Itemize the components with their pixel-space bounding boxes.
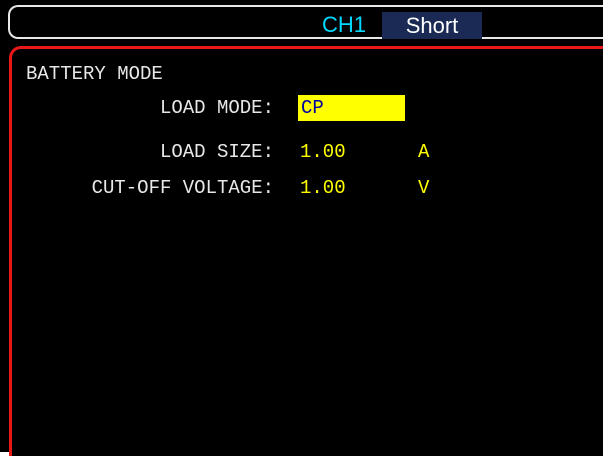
mode-status-tag[interactable]: Short: [382, 12, 482, 39]
load-size-value[interactable]: 1.00: [300, 141, 346, 163]
header-bar: [8, 5, 603, 39]
load-size-unit: A: [418, 141, 430, 163]
cutoff-voltage-value[interactable]: 1.00: [300, 177, 346, 199]
cutoff-voltage-label: CUT-OFF VOLTAGE:: [91, 177, 274, 199]
channel-indicator[interactable]: CH1: [322, 14, 366, 36]
load-mode-value[interactable]: CP: [301, 97, 324, 119]
instrument-display: CH1 Short BATTERY MODE LOAD MODE: CP LOA…: [0, 0, 603, 456]
page-title: BATTERY MODE: [26, 63, 163, 85]
load-size-label: LOAD SIZE:: [159, 141, 274, 163]
cutoff-voltage-unit: V: [418, 177, 430, 199]
load-mode-label: LOAD MODE:: [159, 97, 274, 119]
